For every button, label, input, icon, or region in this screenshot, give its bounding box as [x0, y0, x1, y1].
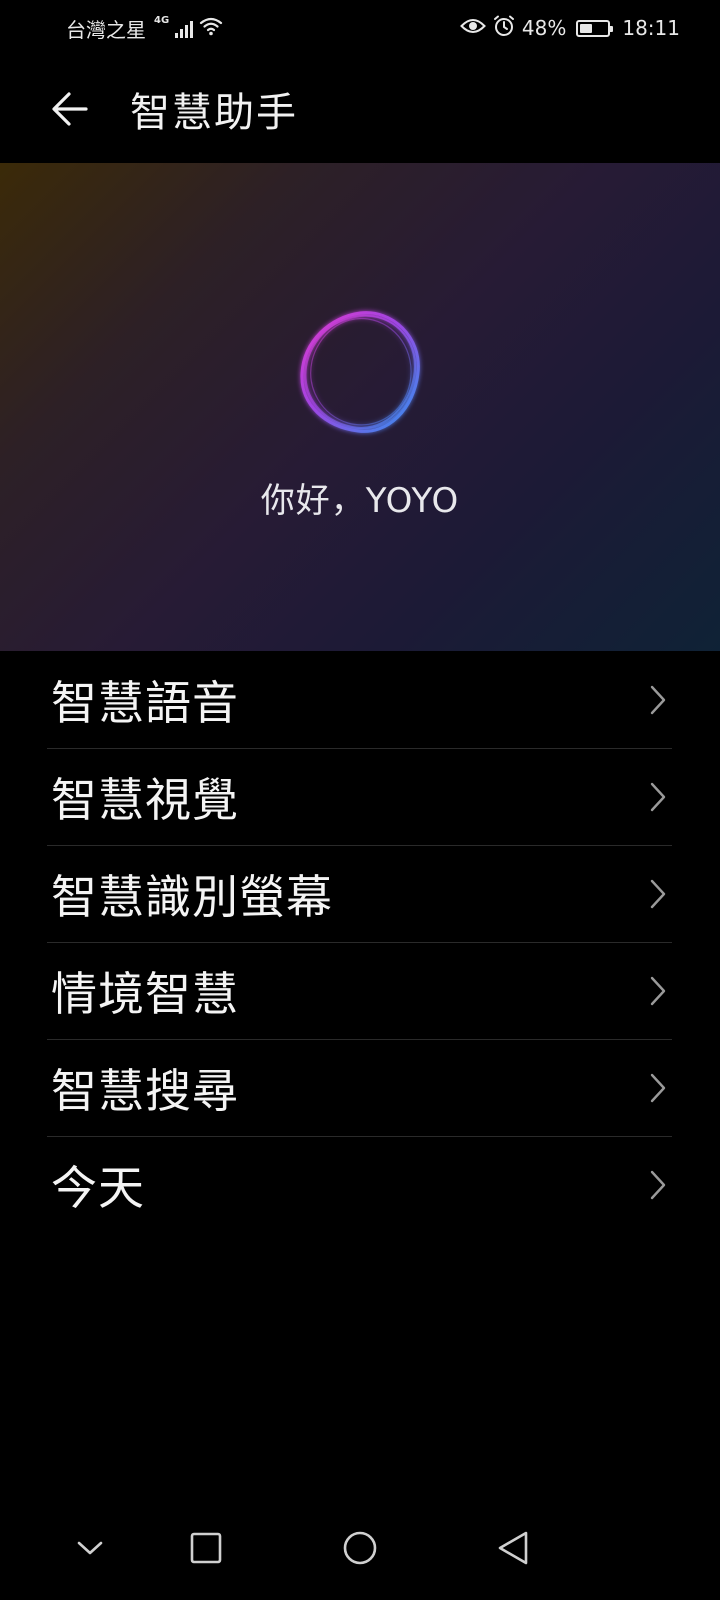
signal-icon: [175, 18, 194, 38]
back-button[interactable]: [40, 79, 100, 139]
triangle-back-icon: [498, 1531, 528, 1565]
eye-icon: [460, 16, 486, 40]
chevron-right-icon: [648, 878, 668, 910]
chevron-right-icon: [648, 684, 668, 716]
chevron-right-icon: [648, 1169, 668, 1201]
hero-banner: 你好，YOYO: [0, 163, 720, 651]
menu-list: 智慧語音 智慧視覺 智慧識別螢幕 情境智慧 智慧搜尋 今天: [47, 652, 672, 1233]
circle-icon: [343, 1531, 377, 1565]
chevron-right-icon: [648, 1072, 668, 1104]
title-bar: 智慧助手: [0, 56, 720, 162]
menu-item-label: 今天: [51, 1161, 145, 1215]
chevron-right-icon: [648, 975, 668, 1007]
menu-item-label: 智慧語音: [51, 676, 239, 730]
menu-item-smart-screen-recognition[interactable]: 智慧識別螢幕: [47, 846, 672, 943]
nav-back-button[interactable]: [483, 1518, 543, 1578]
menu-item-today[interactable]: 今天: [47, 1137, 672, 1233]
chevron-right-icon: [648, 781, 668, 813]
battery-icon: [576, 19, 614, 37]
chevron-down-icon: [77, 1541, 103, 1555]
menu-item-label: 情境智慧: [51, 967, 239, 1021]
nav-collapse-button[interactable]: [60, 1518, 120, 1578]
menu-item-scenario-intelligence[interactable]: 情境智慧: [47, 943, 672, 1040]
wifi-icon: [199, 16, 223, 41]
menu-item-smart-search[interactable]: 智慧搜尋: [47, 1040, 672, 1137]
menu-item-smart-voice[interactable]: 智慧語音: [47, 652, 672, 749]
battery-percent: 48%: [521, 16, 567, 40]
nav-recents-button[interactable]: [176, 1518, 236, 1578]
status-time: 18:11: [622, 16, 680, 40]
menu-item-label: 智慧視覺: [51, 773, 239, 827]
menu-item-label: 智慧識別螢幕: [51, 870, 333, 924]
voice-assistant-ring-icon: [300, 311, 420, 433]
navigation-bar: [0, 1508, 720, 1588]
square-icon: [190, 1532, 222, 1564]
menu-item-label: 智慧搜尋: [51, 1064, 239, 1118]
network-type: 4G: [154, 14, 170, 26]
battery-fill: [580, 23, 593, 33]
status-bar: 台灣之星 4G 48% 18:11: [0, 0, 720, 56]
menu-item-smart-vision[interactable]: 智慧視覺: [47, 749, 672, 846]
status-right: 48% 18:11: [460, 14, 680, 43]
status-left: 台灣之星 4G: [66, 14, 223, 43]
greeting-text: 你好，YOYO: [260, 481, 460, 521]
page-title: 智慧助手: [130, 90, 298, 136]
alarm-icon: [492, 14, 516, 43]
nav-home-button[interactable]: [330, 1518, 390, 1578]
carrier-name: 台灣之星: [66, 17, 146, 42]
back-arrow-icon: [52, 92, 88, 126]
